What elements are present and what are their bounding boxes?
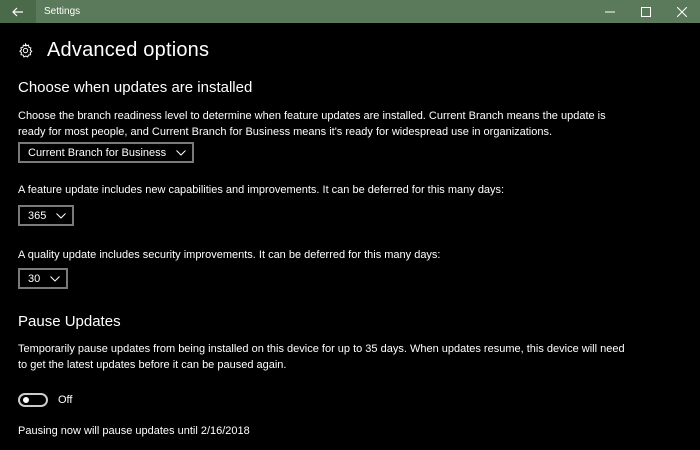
choose-updates-heading: Choose when updates are installed <box>18 79 253 96</box>
chevron-down-icon <box>50 275 61 282</box>
gear-icon <box>19 43 33 58</box>
close-icon <box>677 6 687 17</box>
pause-updates-heading: Pause Updates <box>18 313 121 330</box>
toggle-knob <box>23 397 29 403</box>
window-title: Settings <box>44 6 81 17</box>
feature-deferral-dropdown[interactable]: 365 <box>18 205 75 226</box>
pause-updates-toggle[interactable] <box>18 393 48 407</box>
quality-deferral-dropdown[interactable]: 30 <box>18 268 69 289</box>
minimize-icon <box>605 11 615 12</box>
pause-note: Pausing now will pause updates until 2/1… <box>18 425 250 437</box>
back-button[interactable] <box>0 0 36 23</box>
maximize-icon <box>641 6 651 17</box>
quality-deferral-value: 30 <box>28 272 41 285</box>
pause-toggle-state: Off <box>58 394 73 406</box>
pause-updates-toggle-row: Off <box>18 393 72 407</box>
quality-update-description: A quality update includes security impro… <box>18 249 441 261</box>
chevron-down-icon <box>56 212 67 219</box>
window-controls <box>592 0 700 23</box>
maximize-button[interactable] <box>628 0 664 23</box>
branch-description: Choose the branch readiness level to det… <box>18 110 606 138</box>
page-header: Advanced options <box>18 39 209 62</box>
feature-deferral-value: 365 <box>28 209 47 222</box>
settings-window: Settings Advanced options Choose when up… <box>0 0 700 450</box>
branch-readiness-dropdown[interactable]: Current Branch for Business <box>18 142 195 163</box>
close-button[interactable] <box>664 0 700 23</box>
page-title: Advanced options <box>47 39 210 61</box>
title-bar: Settings <box>0 0 700 23</box>
feature-update-description: A feature update includes new capabiliti… <box>18 184 505 196</box>
chevron-down-icon <box>176 149 187 156</box>
pause-updates-description: Temporarily pause updates from being ins… <box>18 343 625 371</box>
minimize-button[interactable] <box>592 0 628 23</box>
back-arrow-icon <box>12 7 23 16</box>
branch-readiness-value: Current Branch for Business <box>28 146 167 159</box>
